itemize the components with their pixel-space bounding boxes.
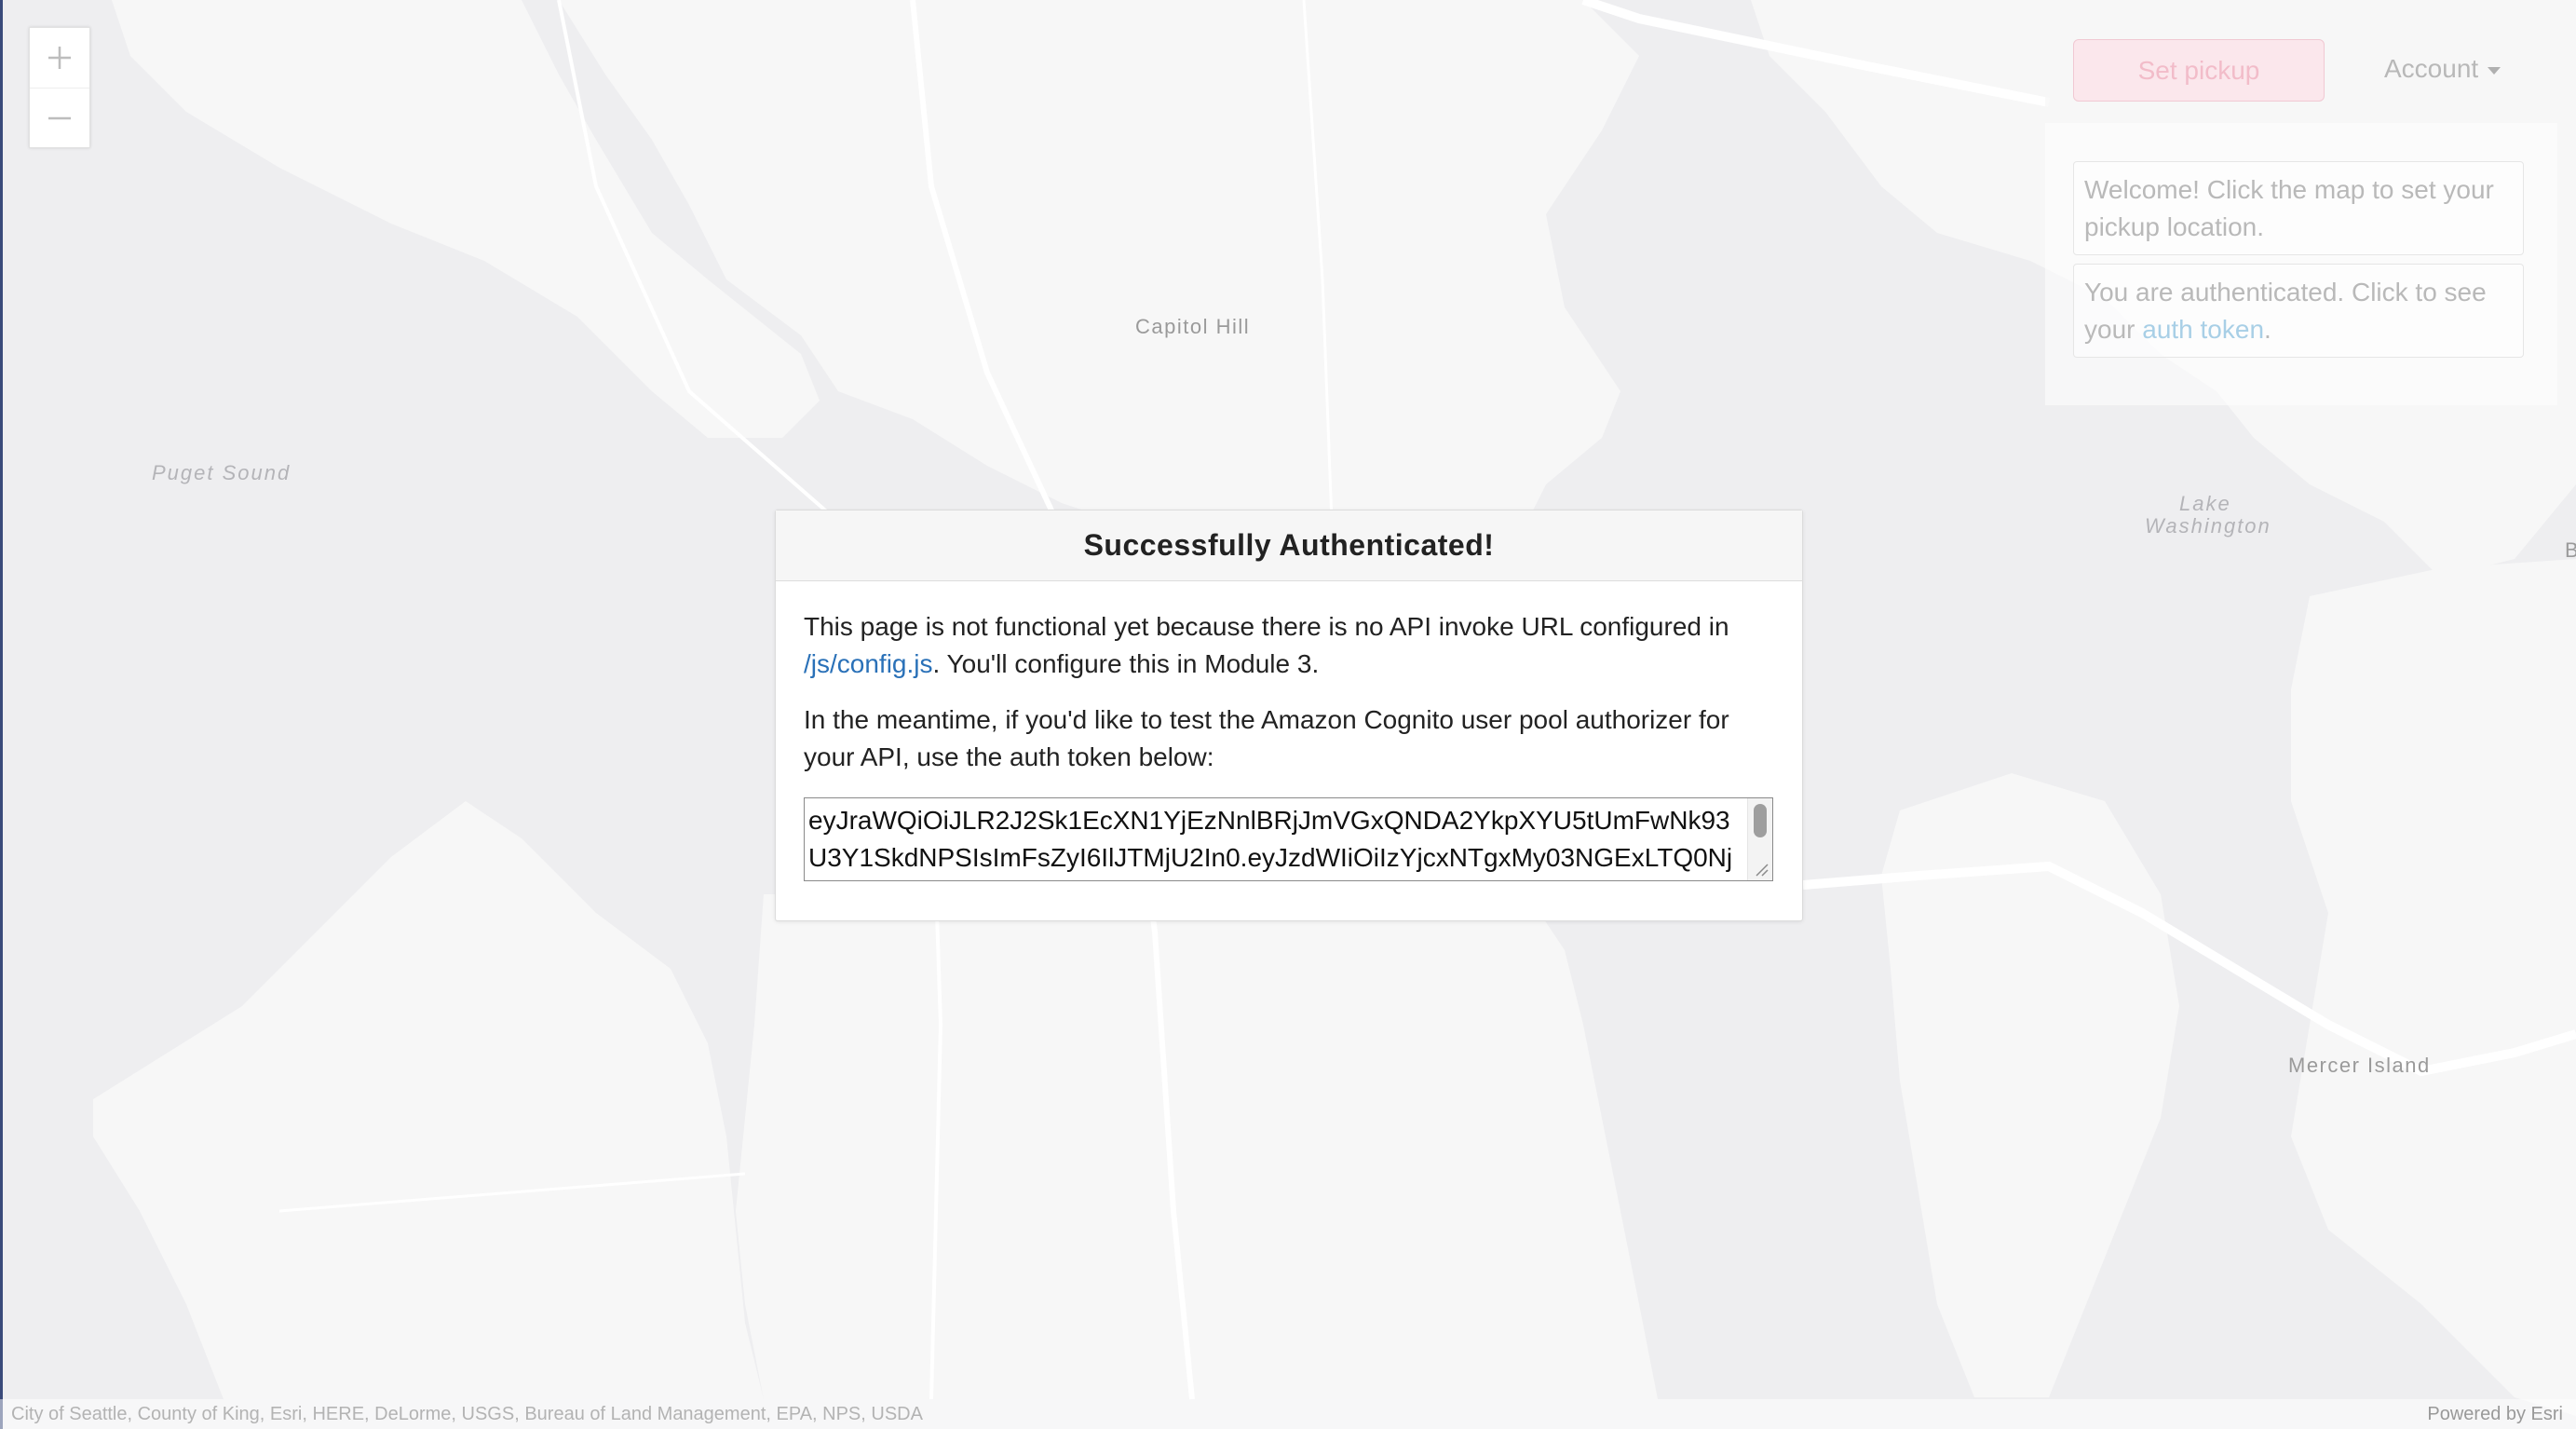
welcome-message: Welcome! Click the map to set your picku… — [2073, 161, 2524, 255]
auth-token-line-2: U3Y1SkdNPSIsImFsZyI6IlJTMjU2In0.eyJzdWIi… — [808, 843, 1733, 872]
auth-message: You are authenticated. Click to see your… — [2073, 264, 2524, 358]
zoom-in-button[interactable] — [30, 28, 89, 88]
modal-title: Successfully Authenticated! — [1083, 528, 1495, 562]
plus-icon — [48, 47, 71, 69]
auth-token-textarea[interactable]: eyJraWQiOiJLR2J2Sk1EcXN1YjEzNnlBRjJmVGxQ… — [804, 797, 1773, 881]
account-menu-label: Account — [2384, 54, 2479, 83]
attribution-sources: City of Seattle, County of King, Esri, H… — [11, 1404, 923, 1424]
app-root: Capitol Hill Puget Sound Lake Washington… — [0, 0, 2576, 1429]
auth-text-suffix: . — [2264, 315, 2271, 344]
account-menu[interactable]: Account — [2384, 54, 2501, 84]
caret-down-icon — [2488, 66, 2501, 75]
auth-token-line-1: eyJraWQiOiJLR2J2Sk1EcXN1YjEzNnlBRjJmVGxQ… — [808, 806, 1730, 835]
auth-token-link[interactable]: auth token — [2142, 315, 2264, 344]
modal-paragraph-token: In the meantime, if you'd like to test t… — [804, 705, 1729, 771]
label-lake: Lake — [2179, 492, 2231, 515]
land-south-central — [736, 894, 1658, 1399]
label-washington: Washington — [2145, 514, 2271, 538]
token-scrollbar-thumb[interactable] — [1754, 804, 1767, 837]
config-js-link[interactable]: /js/config.js — [804, 649, 933, 678]
zoom-out-button[interactable] — [30, 88, 89, 148]
auth-token-value[interactable]: eyJraWQiOiJLR2J2Sk1EcXN1YjEzNnlBRjJmVGxQ… — [808, 802, 1740, 877]
map-attribution: City of Seattle, County of King, Esri, H… — [0, 1399, 2576, 1429]
powered-by-esri[interactable]: Powered by Esri — [2427, 1404, 2563, 1425]
config-text: This page is not functional yet because … — [804, 612, 1729, 641]
zoom-control — [29, 27, 90, 148]
map-edge-strip — [0, 0, 3, 1429]
label-puget-sound: Puget Sound — [152, 461, 291, 484]
modal-header: Successfully Authenticated! — [776, 510, 1802, 581]
label-edge-letter: B — [2565, 538, 2576, 562]
welcome-text: Welcome! Click the map to set your picku… — [2084, 175, 2494, 241]
panel-header: Set pickup Account — [2045, 19, 2557, 123]
set-pickup-button[interactable]: Set pickup — [2073, 39, 2325, 102]
ride-panel: Set pickup Account Welcome! Click the ma… — [2045, 19, 2557, 405]
label-mercer-island: Mercer Island — [2288, 1054, 2431, 1077]
config-text-suffix: . You'll configure this in Module 3. — [932, 649, 1320, 678]
minus-icon — [48, 116, 71, 120]
label-capitol-hill: Capitol Hill — [1135, 315, 1251, 338]
auth-modal: Successfully Authenticated! This page is… — [775, 510, 1803, 921]
modal-body: This page is not functional yet because … — [776, 581, 1802, 776]
modal-paragraph-config: This page is not functional yet because … — [804, 581, 1774, 683]
resize-grip-icon[interactable] — [1753, 861, 1769, 878]
